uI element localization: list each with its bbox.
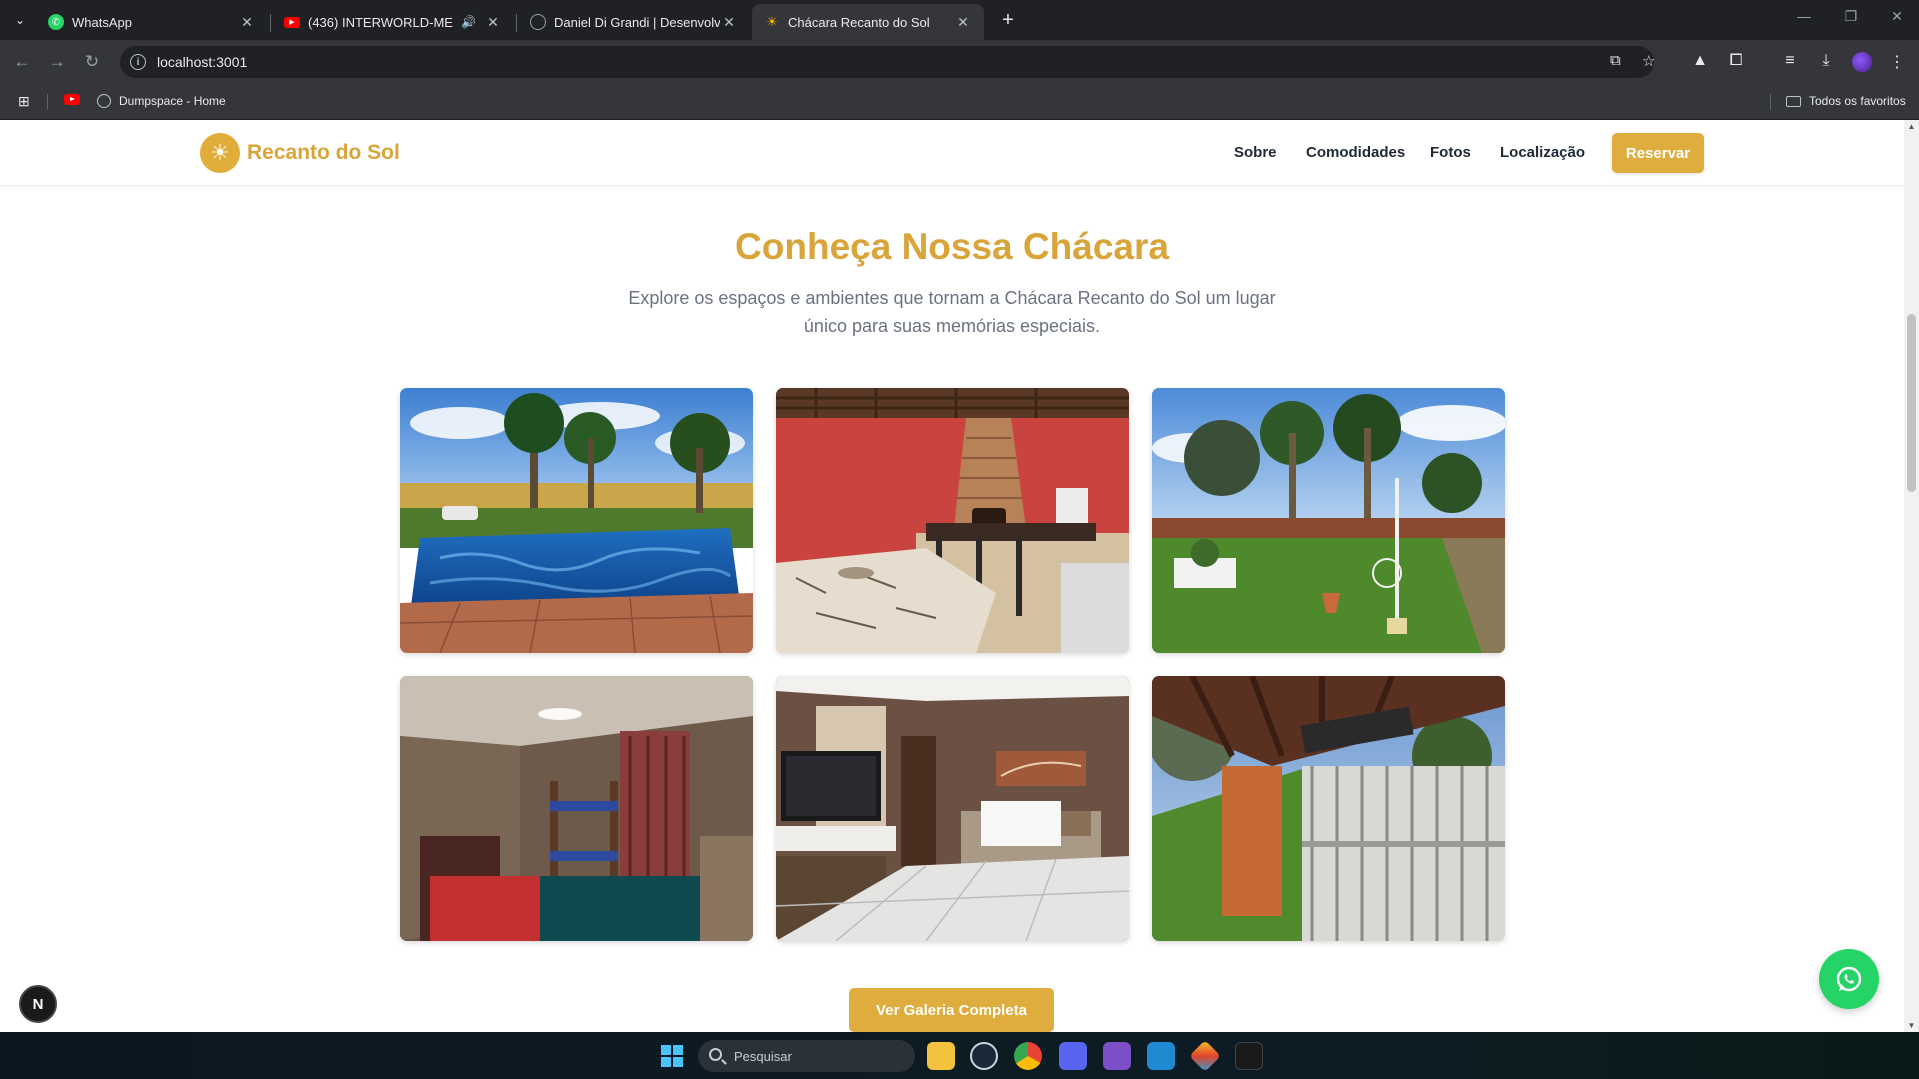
tab-title: Chácara Recanto do Sol [788,14,930,30]
tab-daniel[interactable]: Daniel Di Grandi | Desenvolvedor ✕ [518,4,750,40]
bookmarks-bar: ⊞ Dumpspace - Home Todos os favoritos [0,84,1919,120]
windows-start-icon[interactable] [661,1045,683,1067]
tab-separator [270,14,271,32]
brand-name: Recanto do Sol [247,141,400,164]
page-viewport: ☀ Recanto do Sol Sobre Comodidades Fotos… [0,120,1919,1032]
gallery-photo-living-room[interactable] [776,676,1129,941]
bookmark-dumpspace[interactable]: Dumpspace - Home [97,94,226,108]
file-explorer-icon[interactable] [927,1042,955,1070]
visual-studio-icon[interactable] [1103,1042,1131,1070]
garden-image [1152,388,1505,653]
sun-favicon-icon: ☀ [766,14,778,29]
gallery-photo-kitchen[interactable] [776,388,1129,653]
git-client-icon[interactable] [1189,1040,1221,1072]
folder-icon [1786,95,1801,107]
sun-logo-icon: ☀ [200,133,240,173]
windows-taskbar: Pesquisar [0,1032,1919,1079]
whatsapp-favicon-icon: ✆ [48,14,64,30]
profile-avatar[interactable] [1852,52,1872,72]
apps-grid-icon[interactable]: ⊞ [18,93,30,110]
media-queue-icon[interactable]: ≡ [1779,52,1801,70]
new-tab-button[interactable]: + [994,6,1022,34]
bookmark-star-icon[interactable]: ☆ [1642,52,1655,70]
bookmark-separator [47,94,48,110]
bookmark-label: Dumpspace - Home [119,94,226,108]
minimize-icon[interactable]: — [1786,8,1822,24]
site-info-icon[interactable]: i [130,54,146,70]
site-logo[interactable]: ☀ Recanto do Sol [200,133,400,173]
tab-close-icon[interactable]: ✕ [238,14,256,31]
install-app-icon[interactable]: ⧉ [1610,52,1621,69]
search-icon [709,1048,722,1061]
vscode-icon[interactable] [1147,1042,1175,1070]
gallery-photo-bedroom[interactable] [400,676,753,941]
page-scrollbar[interactable]: ▲ ▼ [1904,120,1919,1032]
kitchen-image [776,388,1129,653]
nav-link-localizacao[interactable]: Localização [1500,144,1585,161]
tab-close-icon[interactable]: ✕ [720,14,738,31]
reserve-button[interactable]: Reservar [1612,133,1704,173]
reload-icon[interactable]: ↻ [80,50,104,74]
steam-icon[interactable] [970,1042,998,1070]
tab-youtube[interactable]: ▶ (436) INTERWORLD-METAM 🔊 ✕ [272,4,514,40]
nav-link-comodidades[interactable]: Comodidades [1306,144,1405,161]
site-header: ☀ Recanto do Sol Sobre Comodidades Fotos… [0,120,1904,186]
scrollbar-thumb[interactable] [1907,314,1916,492]
tab-separator [516,14,517,32]
discord-icon[interactable] [1059,1042,1087,1070]
nextjs-dev-badge[interactable]: N [19,985,57,1023]
tab-title: Daniel Di Grandi | Desenvolvedor [554,14,720,30]
chrome-icon[interactable] [1014,1042,1042,1070]
gate-image [1152,676,1505,941]
tab-title: WhatsApp [72,14,132,30]
all-bookmarks-button[interactable]: Todos os favoritos [1786,94,1906,108]
scroll-up-arrow-icon[interactable]: ▲ [1907,122,1916,131]
tab-chacara-active[interactable]: ☀ Chácara Recanto do Sol ✕ [752,4,984,40]
pool-image [400,388,753,653]
restore-icon[interactable]: ❐ [1833,8,1869,25]
youtube-favicon-icon: ▶ [284,16,300,28]
nav-link-fotos[interactable]: Fotos [1430,144,1471,161]
menu-kebab-icon[interactable]: ⋮ [1886,52,1908,72]
tab-title: (436) INTERWORLD-METAM [308,14,453,30]
living-room-image [776,676,1129,941]
taskbar-search-placeholder: Pesquisar [734,1048,792,1064]
address-bar[interactable]: i localhost:3001 ⧉ ☆ [120,46,1655,78]
nav-link-sobre[interactable]: Sobre [1234,144,1277,161]
section-title: Conheça Nossa Chácara [735,226,1169,267]
taskbar-search-box[interactable]: Pesquisar [698,1040,915,1072]
bookmark-separator [1770,94,1771,110]
extension-triangle-icon[interactable]: ▲ [1689,52,1711,70]
url-text: localhost:3001 [157,54,248,70]
bookmark-youtube[interactable] [64,94,80,105]
gallery-photo-gate[interactable] [1152,676,1505,941]
tab-close-icon[interactable]: ✕ [484,14,502,31]
tab-search-chevron-icon[interactable]: ⌄ [8,8,32,32]
close-window-icon[interactable]: ✕ [1879,8,1915,25]
globe-favicon-icon [530,14,546,30]
app-icon[interactable] [1235,1042,1263,1070]
view-full-gallery-button[interactable]: Ver Galeria Completa [849,988,1054,1032]
download-icon[interactable]: ⤓ [1815,52,1837,70]
scroll-down-arrow-icon[interactable]: ▼ [1907,1021,1916,1030]
back-arrow-icon[interactable]: ← [10,50,34,74]
globe-icon [97,94,111,108]
tab-close-icon[interactable]: ✕ [954,14,972,31]
forward-arrow-icon[interactable]: → [45,50,69,74]
bedroom-image [400,676,753,941]
youtube-icon [64,94,80,105]
browser-toolbar: ← → ↻ i localhost:3001 ⧉ ☆ ▲ ⧠ ≡ ⤓ ⋮ [0,40,1919,84]
gallery-photo-garden[interactable] [1152,388,1505,653]
whatsapp-float-button[interactable] [1819,949,1879,1009]
extensions-puzzle-icon[interactable]: ⧠ [1725,52,1747,70]
gallery-photo-pool[interactable] [400,388,753,653]
whatsapp-icon [1836,966,1862,992]
speaker-icon[interactable]: 🔊 [461,15,476,29]
browser-tab-bar: ⌄ ✆ WhatsApp ✕ ▶ (436) INTERWORLD-METAM … [0,0,1919,40]
section-subtitle: Explore os espaços e ambientes que torna… [628,288,1276,336]
tab-whatsapp[interactable]: ✆ WhatsApp ✕ [36,4,268,40]
all-bookmarks-label: Todos os favoritos [1809,94,1906,108]
